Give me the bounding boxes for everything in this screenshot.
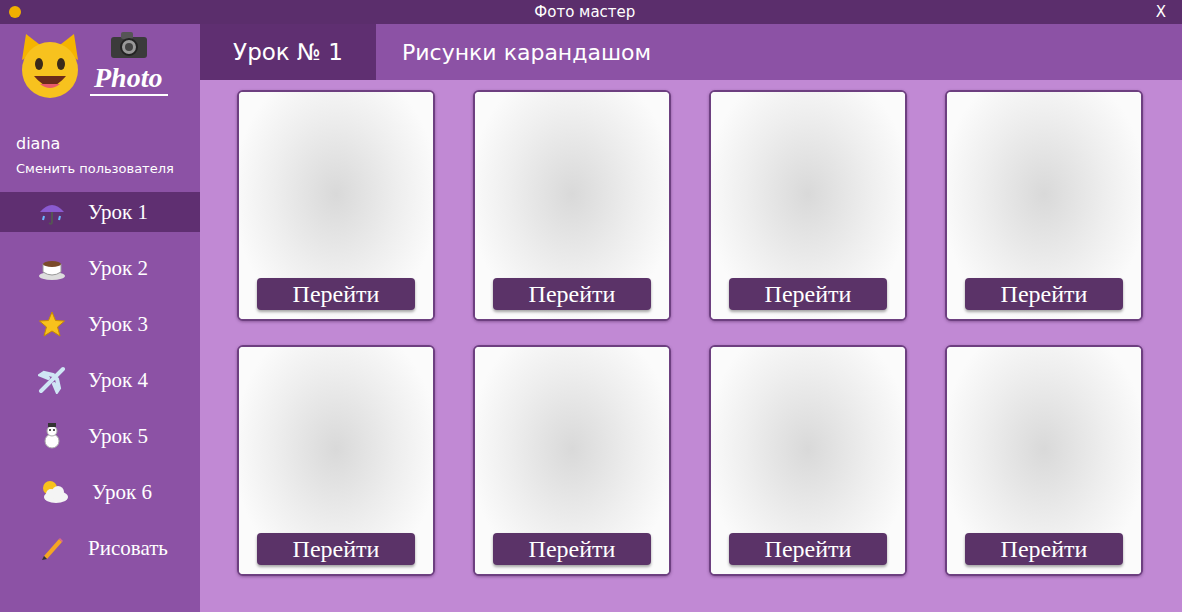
- airplane-icon: [38, 366, 66, 394]
- logo: Photo: [0, 24, 200, 128]
- lesson-header: Урок № 1Рисунки карандашом: [200, 24, 1182, 80]
- go-button[interactable]: Перейти: [729, 533, 887, 565]
- drawing-card: Перейти: [473, 345, 671, 576]
- sidebar-item[interactable]: Урок 3: [0, 304, 200, 344]
- go-button[interactable]: Перейти: [965, 278, 1123, 310]
- sidebar-item[interactable]: Рисовать: [0, 528, 200, 568]
- drawing-grid: Перейти Перейти Перейти Перейти Перейти Перей…: [200, 80, 1182, 612]
- sidebar-item[interactable]: Урок 2: [0, 248, 200, 288]
- go-button[interactable]: Перейти: [729, 278, 887, 310]
- close-button[interactable]: X: [1148, 3, 1174, 21]
- drawing-card: Перейти: [473, 90, 671, 321]
- drawing-card: Перейти: [945, 345, 1143, 576]
- go-button[interactable]: Перейти: [493, 533, 651, 565]
- app-icon: [8, 5, 22, 19]
- star-icon: [38, 310, 66, 338]
- app-window: Фото мастерX Photo dianaСменить пользовате…: [0, 0, 1182, 612]
- switch-user-link[interactable]: Сменить пользователя: [0, 153, 200, 176]
- lesson-title: Рисунки карандашом: [376, 24, 651, 80]
- window-title: Фото мастер: [22, 3, 1148, 21]
- go-button[interactable]: Перейти: [965, 533, 1123, 565]
- sidebar-item[interactable]: Урок 6: [0, 472, 200, 512]
- lesson-tab: Урок № 1: [200, 24, 376, 80]
- sun-cloud-icon: [38, 478, 70, 506]
- drawing-card: Перейти: [237, 345, 435, 576]
- drawing-card: Перейти: [945, 90, 1143, 321]
- sidebar-item[interactable]: Урок 5: [0, 416, 200, 456]
- sidebar-item[interactable]: Урок 4: [0, 360, 200, 400]
- drawing-card: Перейти: [709, 90, 907, 321]
- go-button[interactable]: Перейти: [493, 278, 651, 310]
- user-name: diana: [0, 128, 200, 153]
- sidebar: PhotodianaСменить пользователяУрок 1Урок…: [0, 24, 200, 612]
- umbrella-icon: [38, 198, 66, 226]
- title-bar: Фото мастерX: [0, 0, 1182, 24]
- camera-icon: [109, 30, 149, 60]
- snowman-icon: [38, 422, 66, 450]
- go-button[interactable]: Перейти: [257, 533, 415, 565]
- drawing-card: Перейти: [709, 345, 907, 576]
- logo-text: Photo: [90, 64, 168, 96]
- go-button[interactable]: Перейти: [257, 278, 415, 310]
- sidebar-menu: Урок 1 Урок 2 Урок 3 Урок 4 Урок 5 Урок 6 Рисо…: [0, 192, 200, 568]
- pencil-icon: [38, 534, 66, 562]
- cat-logo-icon: [14, 30, 86, 102]
- sidebar-item[interactable]: Урок 1: [0, 192, 200, 232]
- coffee-icon: [38, 254, 66, 282]
- drawing-card: Перейти: [237, 90, 435, 321]
